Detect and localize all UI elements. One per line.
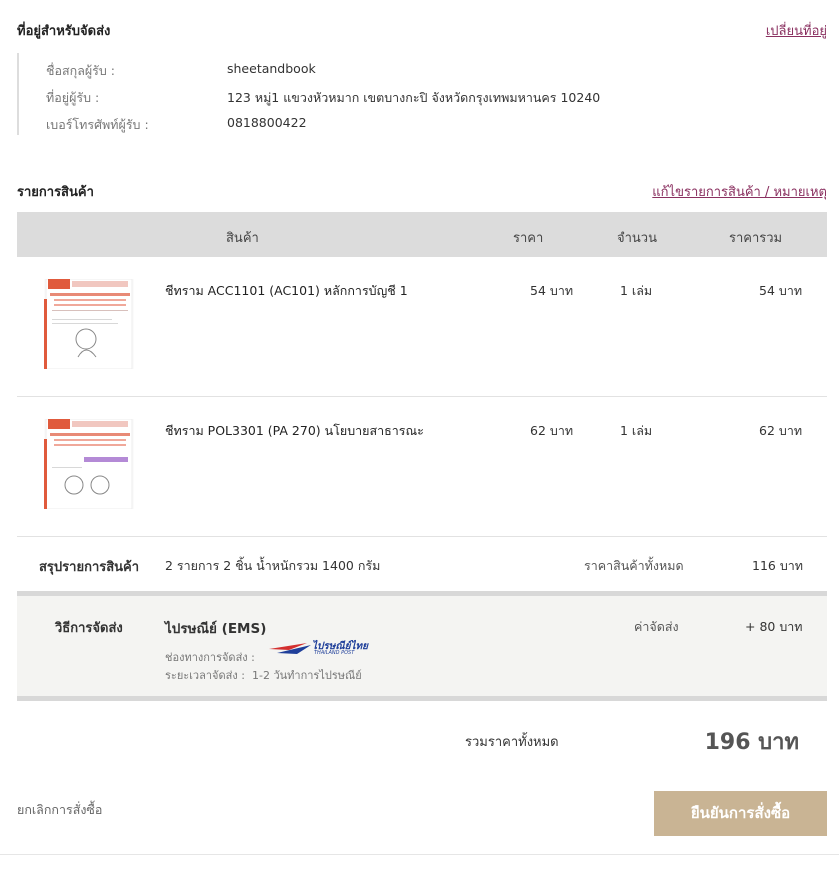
cancel-order-link[interactable]: ยกเลิกการสั่งซื้อ xyxy=(17,800,102,820)
product-name[interactable]: ชีทราม ACC1101 (AC101) หลักการบัญชี 1 xyxy=(165,281,408,301)
shipping-fee-value: + 80 บาท xyxy=(745,619,803,634)
grand-total-value: 196 บาท xyxy=(704,730,799,755)
bottom-divider xyxy=(0,854,839,855)
shipping-address-title: ที่อยู่สำหรับจัดส่ง xyxy=(17,24,111,39)
shipping-duration-label: ระยะเวลาจัดส่ง : xyxy=(165,669,245,682)
shipping-channel-label: ช่องทางการจัดส่ง : xyxy=(165,651,255,664)
recipient-phone-value: 0818800422 xyxy=(227,115,307,130)
product-price: 62 บาท xyxy=(530,423,574,438)
product-thumbnail[interactable] xyxy=(44,418,134,510)
product-total: 54 บาท xyxy=(759,283,803,298)
product-price: 54 บาท xyxy=(530,283,574,298)
col-product: สินค้า xyxy=(226,231,259,246)
summary-detail: 2 รายการ 2 ชิ้น น้ำหนักรวม 1400 กรัม xyxy=(165,558,381,573)
recipient-phone-label: เบอร์โทรศัพท์ผู้รับ : xyxy=(46,117,149,132)
grand-total-label: รวมราคาทั้งหมด xyxy=(465,735,559,750)
confirm-order-button[interactable]: ยืนยันการสั่งซื้อ xyxy=(654,791,827,836)
product-quantity: 1 เล่ม xyxy=(620,283,653,298)
thailand-post-logo: ไปรษณีย์ไทย THAILAND POST xyxy=(267,639,368,659)
product-name[interactable]: ชีทราม POL3301 (PA 270) นโยบายสาธารณะ xyxy=(165,421,424,441)
recipient-name-value: sheetandbook xyxy=(227,61,316,76)
shipping-duration-value: 1-2 วันทำการไปรษณีย์ xyxy=(252,669,362,682)
shipping-fee-label: ค่าจัดส่ง xyxy=(634,619,679,634)
summary-label: สรุปรายการสินค้า xyxy=(39,560,140,575)
product-thumbnail[interactable] xyxy=(44,278,134,370)
change-address-link[interactable]: เปลี่ยนที่อยู่ xyxy=(766,20,827,41)
product-quantity: 1 เล่ม xyxy=(620,423,653,438)
address-block: ชื่อสกุลผู้รับ : sheetandbook ที่อยู่ผู้… xyxy=(17,53,617,135)
logo-subtext: THAILAND POST xyxy=(314,650,355,656)
subtotal-value: 116 บาท xyxy=(752,558,804,573)
shipping-method-label: วิธีการจัดส่ง xyxy=(55,621,123,636)
product-row: ชีทราม ACC1101 (AC101) หลักการบัญชี 1 54… xyxy=(17,257,827,397)
edit-products-link[interactable]: แก้ไขรายการสินค้า / หมายเหตุ xyxy=(652,181,827,202)
col-price: ราคา xyxy=(513,231,544,246)
recipient-address-value: 123 หมู่1 แขวงหัวหมาก เขตบางกะปิ จังหวัด… xyxy=(227,90,601,105)
subtotal-label: ราคาสินค้าทั้งหมด xyxy=(584,558,684,573)
products-title: รายการสินค้า xyxy=(17,185,94,200)
products-table-header: สินค้า ราคา จำนวน ราคารวม xyxy=(17,212,827,257)
recipient-address-label: ที่อยู่ผู้รับ : xyxy=(46,90,100,105)
product-total: 62 บาท xyxy=(759,423,803,438)
summary-row: สรุปรายการสินค้า 2 รายการ 2 ชิ้น น้ำหนัก… xyxy=(17,537,827,591)
product-row: ชีทราม POL3301 (PA 270) นโยบายสาธารณะ 62… xyxy=(17,397,827,537)
col-total: ราคารวม xyxy=(729,231,783,246)
shipping-method-name: ไปรษณีย์ (EMS) xyxy=(165,621,267,637)
shipping-method-row: วิธีการจัดส่ง ไปรษณีย์ (EMS) ช่องทางการจ… xyxy=(17,591,827,701)
recipient-name-label: ชื่อสกุลผู้รับ : xyxy=(46,63,116,78)
col-quantity: จำนวน xyxy=(617,231,657,246)
